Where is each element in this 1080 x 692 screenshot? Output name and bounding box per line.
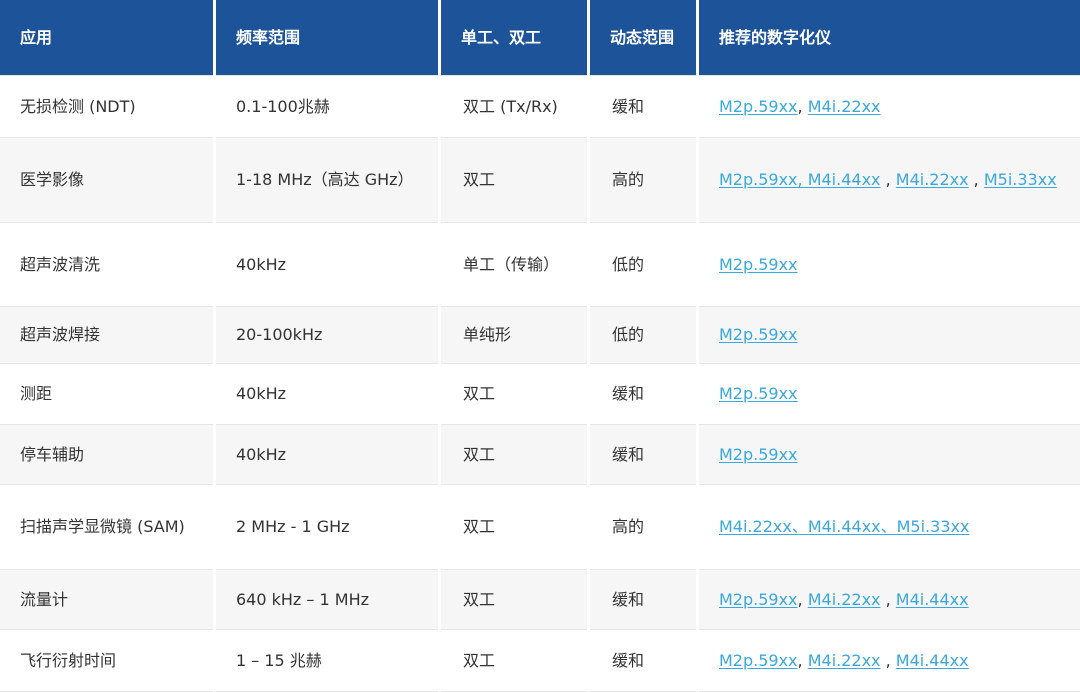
cell-application: 超声波焊接 [0,307,213,364]
link-separator: , [797,589,808,609]
digitizer-link[interactable]: M5i.33xx [984,170,1057,189]
cell-frequency-range: 40kHz [216,425,438,485]
link-separator: , [797,96,808,116]
cell-duplex-mode: 双工 [441,485,587,570]
cell-application: 无损检测 (NDT) [0,76,213,138]
link-separator: , [880,589,896,609]
cell-application: 流量计 [0,570,213,630]
table-row: 超声波清洗 40kHz 单工（传输） 低的 M2p.59xx [0,223,1080,307]
digitizer-link[interactable]: M2p.59xx [719,255,798,274]
cell-duplex-mode: 双工 [441,425,587,485]
table-row: 医学影像 1-18 MHz（高达 GHz） 双工 高的 M2p.59xx, M4i.44… [0,138,1080,223]
cell-dynamic-range: 高的 [590,485,696,570]
cell-dynamic-range: 缓和 [590,570,696,630]
link-separator: , [880,650,896,670]
digitizer-link[interactable]: M2p.59xx [719,651,798,670]
cell-application: 飞行衍射时间 [0,630,213,692]
cell-recommended-digitizers: M2p.59xx, M4i.22xx [699,76,1080,138]
cell-application: 停车辅助 [0,425,213,485]
header-duplex-mode: 单工、双工 [441,0,587,76]
cell-duplex-mode: 双工 [441,630,587,692]
cell-duplex-mode: 双工 [441,138,587,223]
cell-recommended-digitizers: M2p.59xx [699,364,1080,425]
cell-application: 测距 [0,364,213,425]
cell-frequency-range: 1 – 15 兆赫 [216,630,438,692]
cell-application: 医学影像 [0,138,213,223]
cell-frequency-range: 20-100kHz [216,307,438,364]
cell-duplex-mode: 双工 [441,364,587,425]
digitizer-link[interactable]: M4i.22xx [896,170,969,189]
cell-dynamic-range: 缓和 [590,76,696,138]
cell-dynamic-range: 高的 [590,138,696,223]
digitizer-link[interactable]: M4i.44xx [896,590,969,609]
table-row: 流量计 640 kHz – 1 MHz 双工 缓和 M2p.59xx, M4i.22xx… [0,570,1080,630]
cell-recommended-digitizers: M2p.59xx [699,223,1080,307]
digitizer-link[interactable]: M4i.22xx [808,590,881,609]
header-dynamic-range: 动态范围 [590,0,696,76]
header-row: 应用 频率范围 单工、双工 动态范围 推荐的数字化仪 [0,0,1080,76]
cell-application: 超声波清洗 [0,223,213,307]
table-row: 超声波焊接 20-100kHz 单纯形 低的 M2p.59xx [0,307,1080,364]
cell-dynamic-range: 低的 [590,307,696,364]
cell-frequency-range: 0.1-100兆赫 [216,76,438,138]
header-application: 应用 [0,0,213,76]
cell-frequency-range: 40kHz [216,223,438,307]
cell-application: 扫描声学显微镜 (SAM) [0,485,213,570]
digitizer-link[interactable]: M4i.22xx [808,651,881,670]
cell-frequency-range: 640 kHz – 1 MHz [216,570,438,630]
cell-duplex-mode: 双工 [441,570,587,630]
cell-recommended-digitizers: M2p.59xx, M4i.44xx , M4i.22xx , M5i.33xx [699,138,1080,223]
table-row: 扫描声学显微镜 (SAM) 2 MHz - 1 GHz 双工 高的 M4i.22xx、M… [0,485,1080,570]
cell-dynamic-range: 低的 [590,223,696,307]
digitizer-link[interactable]: M2p.59xx [719,325,798,344]
cell-frequency-range: 40kHz [216,364,438,425]
digitizer-link[interactable]: M2p.59xx [719,445,798,464]
link-separator: , [968,170,984,189]
table-row: 飞行衍射时间 1 – 15 兆赫 双工 缓和 M2p.59xx, M4i.22xx , … [0,630,1080,692]
cell-frequency-range: 2 MHz - 1 GHz [216,485,438,570]
cell-recommended-digitizers: M2p.59xx [699,307,1080,364]
cell-dynamic-range: 缓和 [590,364,696,425]
cell-recommended-digitizers: M2p.59xx, M4i.22xx , M4i.44xx [699,630,1080,692]
cell-duplex-mode: 双工 (Tx/Rx) [441,76,587,138]
link-separator: , [797,650,808,670]
cell-dynamic-range: 缓和 [590,630,696,692]
digitizer-link[interactable]: M2p.59xx, M4i.44xx [719,170,881,189]
cell-recommended-digitizers: M2p.59xx [699,425,1080,485]
link-separator: , [880,170,896,189]
header-recommended-digitizer: 推荐的数字化仪 [699,0,1080,76]
digitizer-link[interactable]: M4i.44xx [896,651,969,670]
cell-dynamic-range: 缓和 [590,425,696,485]
table-row: 停车辅助 40kHz 双工 缓和 M2p.59xx [0,425,1080,485]
cell-duplex-mode: 单纯形 [441,307,587,364]
digitizer-link[interactable]: M2p.59xx [719,97,798,116]
table-row: 无损检测 (NDT) 0.1-100兆赫 双工 (Tx/Rx) 缓和 M2p.59xx,… [0,76,1080,138]
digitizer-link[interactable]: M2p.59xx [719,590,798,609]
header-frequency-range: 频率范围 [216,0,438,76]
digitizer-link[interactable]: M2p.59xx [719,384,798,403]
digitizer-link[interactable]: M4i.22xx [808,97,881,116]
cell-recommended-digitizers: M2p.59xx, M4i.22xx , M4i.44xx [699,570,1080,630]
cell-frequency-range: 1-18 MHz（高达 GHz） [216,138,438,223]
ultrasound-applications-table: 应用 频率范围 单工、双工 动态范围 推荐的数字化仪 无损检测 (NDT) 0.1… [0,0,1080,692]
cell-duplex-mode: 单工（传输） [441,223,587,307]
cell-recommended-digitizers: M4i.22xx、M4i.44xx、M5i.33xx [699,485,1080,570]
table-row: 测距 40kHz 双工 缓和 M2p.59xx [0,364,1080,425]
digitizer-link[interactable]: M4i.22xx、M4i.44xx、M5i.33xx [719,517,969,536]
